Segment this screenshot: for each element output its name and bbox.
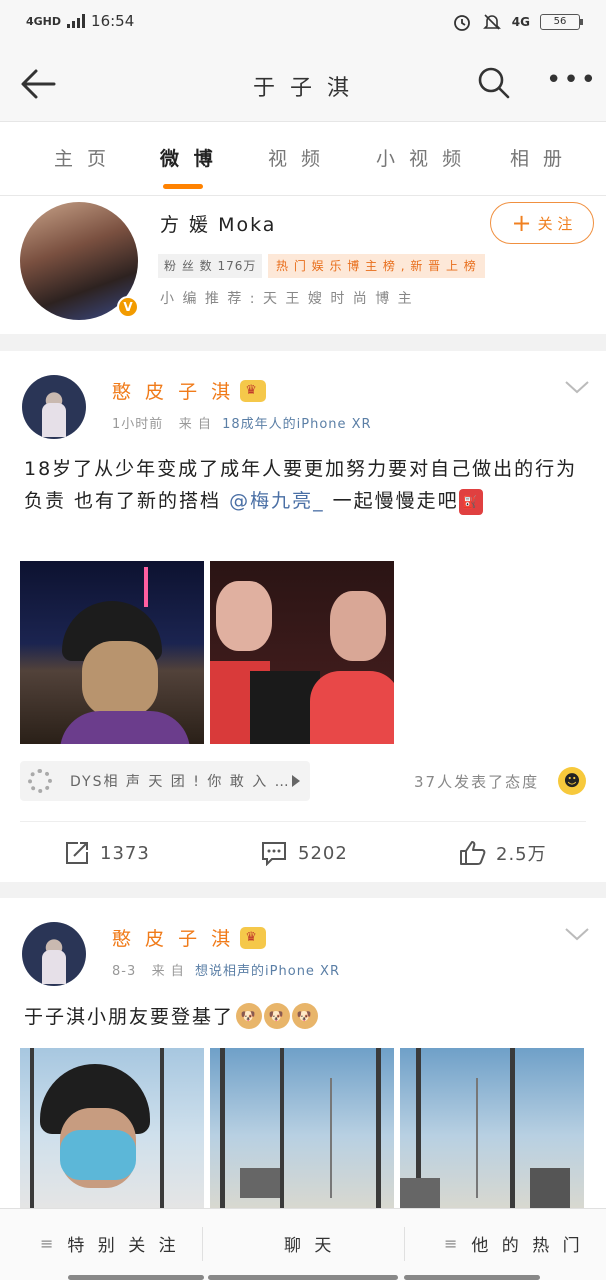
weibo-post: 憨 皮 子 淇 ♛ 1小时前 来 自 18成年人的iPhone XR 18岁了从…	[0, 351, 606, 882]
doge-emoji: 🐶	[264, 1002, 291, 1029]
smiley-icon[interactable]: ☻	[558, 767, 586, 795]
chevron-down-icon[interactable]	[564, 926, 590, 942]
topic-text: DYS相 声 天 团 ! 你 敢 入 …	[70, 774, 291, 790]
avatar[interactable]	[22, 922, 86, 986]
post-time: 8-3	[112, 964, 137, 979]
signal-icon	[67, 14, 86, 28]
chat-label: 聊 天	[284, 1236, 336, 1256]
network-right-label: 4G	[511, 15, 530, 29]
active-tab-indicator	[163, 184, 203, 189]
his-hot-label: 他 的 热 门	[471, 1236, 584, 1256]
post-actions: 1373 5202 2.5万	[20, 821, 586, 882]
author-name: 憨 皮 子 淇	[112, 928, 235, 950]
post-image[interactable]	[400, 1048, 584, 1208]
alarm-icon	[453, 15, 470, 31]
post-text: 18岁了从少年变成了成年人要更加努力要对自己做出的行为负责 也有了新的搭档 @梅…	[24, 453, 588, 517]
repost-button[interactable]: 1373	[64, 840, 150, 866]
thumbs-up-icon	[460, 841, 486, 865]
crown-icon: ♛	[240, 926, 267, 949]
bottom-indicator	[68, 1275, 204, 1280]
post-author[interactable]: 憨 皮 子 淇 ♛	[112, 377, 267, 404]
post-image[interactable]	[210, 561, 394, 744]
doge-emoji: 🐶	[236, 1002, 263, 1029]
repost-icon	[66, 842, 88, 864]
recommended-user-card: V 方 媛 Moka 粉 丝 数 176万 热 门 娱 乐 博 主 榜 , 新 …	[0, 196, 606, 334]
post-meta: 8-3 来 自 想说相声的iPhone XR	[112, 960, 340, 979]
mute-icon	[482, 14, 501, 30]
author-name: 憨 皮 子 淇	[112, 381, 235, 403]
attitude-count[interactable]: 37人发表了态度	[414, 771, 539, 792]
his-hot-button[interactable]: ≡ 他 的 热 门	[444, 1231, 584, 1256]
more-icon[interactable]: •••	[546, 67, 596, 96]
post-image[interactable]	[210, 1048, 394, 1208]
mention-link[interactable]: @梅九亮_	[229, 490, 325, 512]
post-author[interactable]: 憨 皮 子 淇 ♛	[112, 924, 267, 951]
bottom-bar: ≡ 特 别 关 注 聊 天 ≡ 他 的 热 门	[0, 1208, 606, 1280]
post-text-body: 于子淇小朋友要登基了	[24, 1006, 235, 1028]
comment-button[interactable]: 5202	[260, 840, 348, 866]
chevron-down-icon[interactable]	[564, 379, 590, 395]
battery-level: 56	[553, 16, 567, 27]
menu-icon: ≡	[40, 1234, 58, 1253]
post-text-tail: 一起慢慢走吧	[332, 490, 459, 512]
post-image[interactable]	[20, 561, 204, 744]
chat-button[interactable]: 聊 天	[284, 1231, 335, 1256]
post-image[interactable]	[20, 1048, 204, 1208]
bottom-indicator	[404, 1275, 540, 1280]
comment-count: 5202	[298, 842, 348, 864]
from-label: 来 自	[178, 417, 212, 432]
topic-icon	[28, 769, 52, 793]
like-button[interactable]: 2.5万	[458, 840, 547, 866]
divider	[202, 1227, 203, 1261]
search-icon[interactable]	[476, 65, 512, 101]
bottom-indicator	[208, 1275, 398, 1280]
tab-video[interactable]: 视 频	[268, 144, 324, 171]
follow-label: 关 注	[537, 214, 573, 233]
tab-weibo[interactable]: 微 博	[160, 144, 217, 171]
from-label: 来 自	[151, 964, 185, 979]
nav-bar: 于 子 淇 •••	[0, 48, 606, 122]
play-arrow-icon	[292, 775, 300, 787]
network-label: 4GHD	[26, 14, 62, 28]
follow-button[interactable]: + 关 注	[490, 202, 594, 244]
special-follow-label: 特 别 关 注	[67, 1236, 180, 1256]
tab-album[interactable]: 相 册	[510, 144, 566, 171]
verified-badge: V	[117, 296, 139, 318]
repost-count: 1373	[100, 842, 150, 864]
profile-tabs: 主 页 微 博 视 频 小 视 频 相 册	[0, 122, 606, 196]
recommended-user-name[interactable]: 方 媛 Moka	[160, 210, 276, 237]
battery-icon: 56	[540, 14, 583, 30]
comment-icon	[262, 842, 286, 866]
clock: 16:54	[91, 12, 135, 30]
special-follow-button[interactable]: ≡ 特 别 关 注	[40, 1231, 180, 1256]
post-source[interactable]: 想说相声的iPhone XR	[195, 964, 340, 979]
divider	[404, 1227, 405, 1261]
post-meta: 1小时前 来 自 18成年人的iPhone XR	[112, 413, 372, 432]
tab-home[interactable]: 主 页	[54, 144, 110, 171]
editor-recommendation: 小 编 推 荐 : 天 王 嫂 时 尚 博 主	[160, 291, 414, 307]
doge-emoji: 🐶	[292, 1002, 319, 1029]
plus-icon: +	[511, 209, 532, 237]
tab-short-video[interactable]: 小 视 频	[376, 144, 465, 171]
crown-icon: ♛	[240, 379, 267, 402]
like-count: 2.5万	[496, 844, 547, 865]
page-title: 于 子 淇	[253, 76, 353, 101]
post-source[interactable]: 18成年人的iPhone XR	[222, 417, 372, 432]
post-time: 1小时前	[112, 417, 164, 432]
hot-list-badge[interactable]: 热 门 娱 乐 博 主 榜 , 新 晋 上 榜	[268, 254, 485, 278]
avatar[interactable]	[22, 375, 86, 439]
menu-icon: ≡	[444, 1234, 462, 1253]
topic-link[interactable]: DYS相 声 天 团 ! 你 敢 入 …	[20, 761, 310, 801]
fans-count: 粉 丝 数 176万	[158, 254, 263, 278]
post-text: 于子淇小朋友要登基了 🐶 🐶 🐶	[24, 1002, 319, 1029]
fuel-pump-emoji: ⛽	[458, 488, 483, 515]
status-bar: 4GHD 16:54 4G 56	[0, 0, 606, 48]
